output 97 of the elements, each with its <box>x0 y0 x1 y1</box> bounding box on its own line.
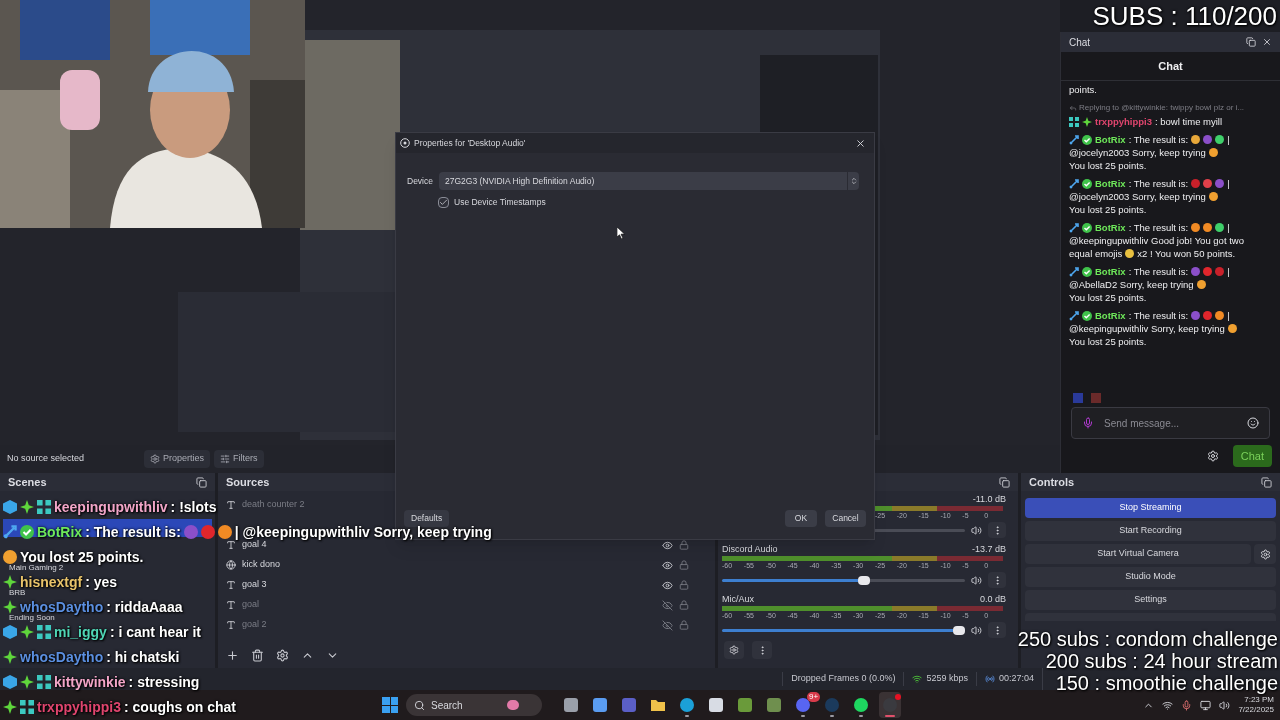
control-button[interactable]: Stop Streaming <box>1025 498 1276 518</box>
clock-date[interactable]: 7/22/2025 <box>1238 705 1274 715</box>
message-text: @keepingupwithliv Good job! You got two <box>1069 234 1244 247</box>
message-text: | <box>1227 309 1230 322</box>
message-text: @keepingupwithliv Sorry, keep trying <box>1069 322 1225 335</box>
message-text: : i cant hear it <box>109 624 201 639</box>
scene-item[interactable]: Main Gaming 2 <box>9 562 64 572</box>
source-item[interactable]: goal 4 <box>242 539 267 550</box>
control-button[interactable]: Start Recording <box>1025 521 1276 541</box>
username: kittywinkie <box>54 674 126 689</box>
dock-title: Chat <box>1069 35 1091 50</box>
properties-button[interactable]: Properties <box>144 450 211 468</box>
search-input[interactable]: Search <box>431 697 501 713</box>
filters-button[interactable]: Filters <box>214 450 264 468</box>
username: mi_iggy <box>54 624 107 639</box>
search-field[interactable]: Search <box>406 694 542 716</box>
message-text: | <box>1227 177 1230 190</box>
chat-header: Chat <box>1061 52 1280 81</box>
message-text: | @keepingupwithliv Sorry, keep trying <box>234 524 492 539</box>
goal-text: 200 subs : 24 hour stream <box>1045 650 1278 672</box>
db-reading: -11.0 dB <box>972 493 1006 505</box>
message-text: : The result is: <box>1128 265 1189 278</box>
db-reading: -13.7 dB <box>971 543 1006 555</box>
checkbox-label: Use Device Timestamps <box>454 196 546 209</box>
stream-time: 00:27:04 <box>998 672 1034 686</box>
message-text: : !slots <box>170 499 217 514</box>
clock-time[interactable]: 7:23 PM <box>1244 695 1274 705</box>
dock-title: Sources <box>226 474 270 490</box>
dock-title: Scenes <box>8 474 47 490</box>
username: keepingupwithliv <box>54 499 168 514</box>
channel-name: Mic/Aux <box>722 593 754 605</box>
username[interactable]: BotRix <box>1095 221 1126 234</box>
message-text: You lost 25 points. <box>1069 203 1147 216</box>
message-text: You lost 25 points. <box>1069 335 1147 348</box>
message-text: : The result is: <box>1128 221 1189 234</box>
username[interactable]: BotRix <box>1095 265 1126 278</box>
username: hisnextgf <box>20 574 83 589</box>
source-item[interactable]: goal 2 <box>242 619 267 630</box>
subs-counter: SUBS : 110/200 <box>1092 1 1277 31</box>
device-select[interactable]: 27G2G3 (NVIDIA High Definition Audio) <box>439 172 859 190</box>
message-text: : riddaAaaa <box>106 599 183 614</box>
message-text: : stressing <box>128 674 200 689</box>
message-text: You lost 25 points. <box>1069 159 1147 172</box>
username[interactable]: BotRix <box>1095 177 1126 190</box>
message-input[interactable]: Send message... <box>1104 415 1237 431</box>
username[interactable]: BotRix <box>1095 309 1126 322</box>
dialog-title: Properties for 'Desktop Audio' <box>414 136 527 150</box>
bitrate: 5259 kbps <box>926 672 968 686</box>
message-text: @AbellaD2 Sorry, keep trying <box>1069 278 1194 291</box>
control-button[interactable]: Studio Mode <box>1025 567 1276 587</box>
message-text: You lost 25 points. <box>20 549 144 564</box>
control-button[interactable]: Settings <box>1025 590 1276 610</box>
scene-item[interactable]: Ending Soon <box>9 613 55 622</box>
username: BotRix <box>37 524 83 539</box>
source-item[interactable]: kick dono <box>242 559 281 570</box>
message-field[interactable]: Send message... <box>1071 407 1270 439</box>
source-status: No source selected <box>7 452 86 466</box>
message-text: @jocelyn2003 Sorry, keep trying <box>1069 146 1206 159</box>
message-text: : yes <box>85 574 118 589</box>
message-text: : The result is: <box>1128 133 1189 146</box>
control-button[interactable]: Start Virtual Camera <box>1025 544 1251 564</box>
username: whosDaytho <box>20 599 104 614</box>
goal-text: 250 subs : condom challenge <box>1017 628 1278 650</box>
notification-badge: 9+ <box>807 692 821 702</box>
reply-text: Replying to @kittywinkie: twippy bowl plz or i... <box>1079 102 1245 114</box>
goal-text: 150 : smoothie challenge <box>1055 672 1278 694</box>
message-text: : coughs on chat <box>124 699 236 714</box>
message-text: | <box>1227 265 1230 278</box>
message-text: points. <box>1069 83 1097 96</box>
defaults-button[interactable]: Defaults <box>404 510 450 527</box>
channel-name: Discord Audio <box>722 543 778 555</box>
message-text: : The result is: <box>1128 177 1189 190</box>
dropped-frames: Dropped Frames 0 (0.0%) <box>791 672 896 686</box>
message-text: x2 ! You won 50 points. <box>1137 247 1236 260</box>
username: whosDaytho <box>20 649 104 664</box>
db-reading: 0.0 dB <box>979 593 1006 605</box>
message-text: : The result is: <box>85 524 181 539</box>
device-label: Device <box>407 174 433 188</box>
username[interactable]: trxppyhippi3 <box>1095 115 1152 128</box>
dock-title: Controls <box>1029 474 1075 490</box>
cancel-button[interactable]: Cancel <box>825 510 866 527</box>
message-text: : bowl time myill <box>1155 115 1223 128</box>
message-text: equal emojis <box>1069 247 1123 260</box>
message-text: | <box>1227 133 1230 146</box>
username[interactable]: BotRix <box>1095 133 1126 146</box>
chat-send-button[interactable]: Chat <box>1232 445 1272 467</box>
message-text: : The result is: <box>1128 309 1189 322</box>
message-text: | <box>1227 221 1230 234</box>
source-item[interactable]: goal 3 <box>242 579 267 590</box>
message-text: You lost 25 points. <box>1069 291 1147 304</box>
message-text: @jocelyn2003 Sorry, keep trying <box>1069 190 1206 203</box>
ok-button[interactable]: OK <box>785 510 817 527</box>
message-text: : hi chatski <box>106 649 180 664</box>
source-item[interactable]: death counter 2 <box>242 499 305 510</box>
scene-item[interactable]: BRB <box>9 588 26 597</box>
source-item[interactable]: goal <box>242 599 259 610</box>
username: trxppyhippi3 <box>37 699 121 714</box>
